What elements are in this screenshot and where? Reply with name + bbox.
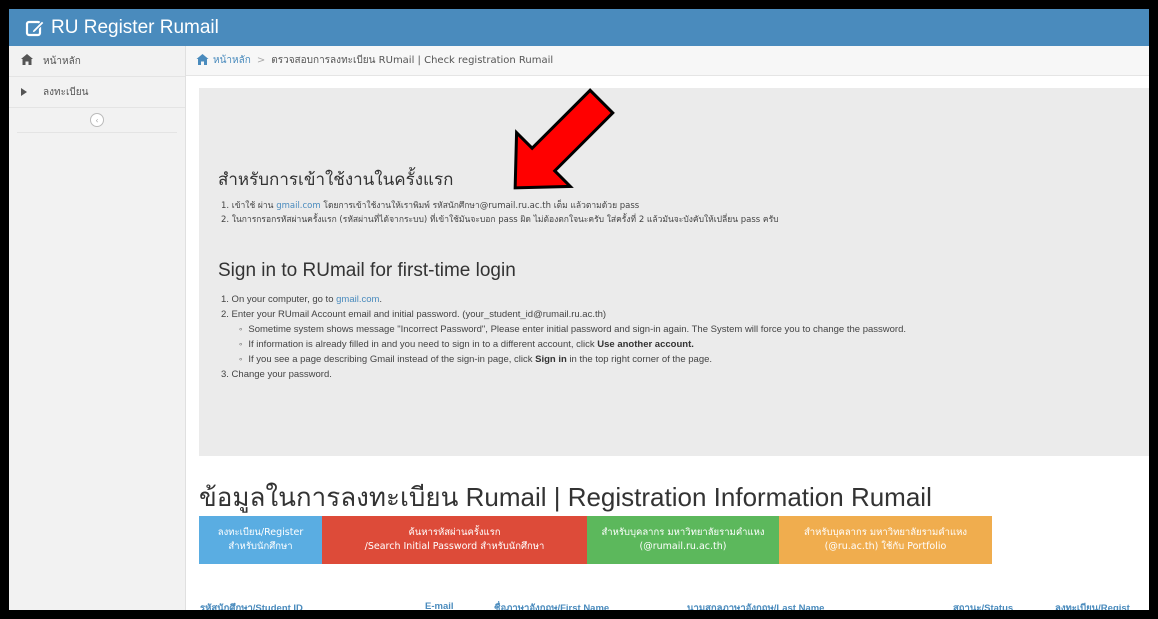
sidebar: หน้าหลัก ลงทะเบียน ‹ bbox=[9, 46, 186, 610]
breadcrumb-current: ตรวจสอบการลงทะเบียน RUmail | Check regis… bbox=[271, 55, 554, 66]
gmail-link[interactable]: gmail.com bbox=[336, 294, 379, 305]
sidebar-collapse-row: ‹ bbox=[17, 108, 177, 133]
button-line-1: ค้นหารหัสผ่านครั้งแรก bbox=[408, 527, 501, 538]
column-first-name: ชื่อภาษาอังกฤษ/First Name bbox=[494, 603, 610, 610]
sidebar-item-label: หน้าหลัก bbox=[43, 55, 81, 67]
register-student-button[interactable]: ลงทะเบียน/Register สำหรับนักศึกษา bbox=[199, 516, 322, 564]
substep-2-text: If information is already filled in and … bbox=[248, 339, 598, 350]
english-substep-1: Sometime system shows message "Incorrect… bbox=[221, 322, 906, 337]
english-step-3: 3. Change your password. bbox=[221, 369, 332, 380]
english-step-1-text: 1. On your computer, go to bbox=[221, 294, 337, 305]
thai-step-1-text: 1. เข้าใช้ ผ่าน bbox=[221, 201, 277, 211]
breadcrumb-home-link[interactable]: หน้าหลัก bbox=[213, 53, 251, 68]
button-line-2: /Search Initial Password สำหรับนักศึกษา bbox=[364, 541, 545, 552]
sidebar-item-label: ลงทะเบียน bbox=[43, 86, 89, 98]
search-initial-password-button[interactable]: ค้นหารหัสผ่านครั้งแรก /Search Initial Pa… bbox=[322, 516, 587, 564]
instructions-panel: สำหรับการเข้าใช้งานในครั้งแรก 1. เข้าใช้… bbox=[199, 88, 1149, 456]
english-heading: Sign in to RUmail for first-time login bbox=[218, 260, 516, 281]
button-line-1: สำหรับบุคลากร มหาวิทยาลัยรามคำแหง bbox=[601, 527, 765, 538]
english-substep-2: If information is already filled in and … bbox=[221, 337, 906, 352]
english-step-1-end: . bbox=[379, 294, 383, 305]
english-steps: 1. On your computer, go to gmail.com. 2.… bbox=[221, 292, 906, 382]
use-another-account-text: Use another account. bbox=[597, 339, 694, 350]
column-register: ลงทะเบียน/Regist bbox=[1055, 603, 1130, 610]
button-line-2: (@ru.ac.th) ใช้กับ Portfolio bbox=[824, 541, 947, 552]
button-line-1: ลงทะเบียน/Register bbox=[217, 527, 304, 538]
home-icon bbox=[196, 53, 209, 68]
column-last-name: นามสกุลภาษาอังกฤษ/Last Name bbox=[687, 603, 825, 610]
registration-table-header: รหัสนักศึกษา/Student ID E-mail ชื่อภาษาอ… bbox=[199, 601, 1149, 610]
chevron-left-icon[interactable]: ‹ bbox=[90, 113, 104, 127]
top-bar: RU Register Rumail bbox=[9, 9, 1149, 46]
sidebar-item-register[interactable]: ลงทะเบียน bbox=[9, 77, 185, 108]
english-step-2: 2. Enter your RUmail Account email and i… bbox=[221, 309, 607, 320]
browser-frame: RU Register Rumail หน้าหลัก ลงทะเบียน ‹ … bbox=[9, 9, 1149, 610]
column-email: E-mail bbox=[425, 601, 454, 610]
registration-title: ข้อมูลในการลงทะเบียน Rumail | Registrati… bbox=[199, 482, 932, 512]
sign-in-text: Sign in bbox=[535, 354, 567, 365]
thai-heading: สำหรับการเข้าใช้งานในครั้งแรก bbox=[218, 170, 454, 190]
column-status: สถานะ/Status bbox=[953, 603, 1014, 610]
gmail-link[interactable]: gmail.com bbox=[276, 201, 320, 211]
app-title: RU Register Rumail bbox=[51, 16, 219, 38]
edit-icon bbox=[25, 19, 45, 36]
substep-3-text: If you see a page describing Gmail inste… bbox=[248, 354, 536, 365]
english-substep-3: If you see a page describing Gmail inste… bbox=[221, 352, 906, 367]
red-arrow-annotation bbox=[513, 88, 615, 190]
caret-right-icon bbox=[21, 86, 35, 99]
button-line-1: สำหรับบุคลากร มหาวิทยาลัยรามคำแหง bbox=[803, 527, 968, 538]
column-student-id: รหัสนักศึกษา/Student ID bbox=[200, 603, 303, 610]
registration-buttons: ลงทะเบียน/Register สำหรับนักศึกษา ค้นหาร… bbox=[199, 516, 992, 564]
substep-3-text-end: in the top right corner of the page. bbox=[566, 354, 713, 365]
staff-portfolio-button[interactable]: สำหรับบุคลากร มหาวิทยาลัยรามคำแหง (@ru.a… bbox=[779, 516, 992, 564]
thai-step-2: 2. ในการกรอกรหัสผ่านครั้งแรก (รหัสผ่านที… bbox=[221, 215, 779, 225]
home-icon bbox=[21, 54, 35, 68]
breadcrumb-separator: > bbox=[256, 55, 266, 66]
breadcrumb: หน้าหลัก > ตรวจสอบการลงทะเบียน RUmail | … bbox=[186, 46, 1149, 76]
staff-rumail-button[interactable]: สำหรับบุคลากร มหาวิทยาลัยรามคำแหง (@ruma… bbox=[587, 516, 779, 564]
button-line-2: สำหรับนักศึกษา bbox=[228, 541, 293, 552]
brand[interactable]: RU Register Rumail bbox=[25, 17, 219, 39]
english-step-1: 1. On your computer, go to gmail.com. bbox=[221, 292, 906, 307]
sidebar-item-home[interactable]: หน้าหลัก bbox=[9, 46, 185, 77]
button-line-2: (@rumail.ru.ac.th) bbox=[639, 541, 727, 552]
